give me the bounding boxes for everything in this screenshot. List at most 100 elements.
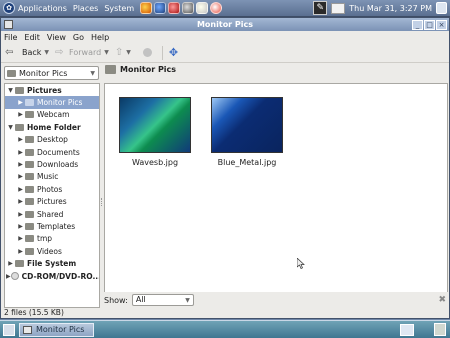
- system-menu[interactable]: System: [104, 4, 134, 13]
- folder-icon: [25, 173, 34, 181]
- tree-item[interactable]: ▶ Templates: [5, 220, 99, 232]
- tree-item[interactable]: ▶ Pictures: [5, 196, 99, 208]
- menu-edit[interactable]: Edit: [24, 33, 40, 42]
- gnome-foot-icon[interactable]: ✿: [3, 2, 15, 14]
- filter-select-value: All: [135, 295, 146, 304]
- stop-icon[interactable]: [142, 48, 152, 57]
- tree-item[interactable]: ▶ Documents: [5, 146, 99, 158]
- tree-item[interactable]: ▶ tmp: [5, 233, 99, 245]
- expander-collapsed-icon[interactable]: ▶: [16, 149, 25, 156]
- volume-icon[interactable]: [436, 2, 447, 14]
- tree-item-label: Music: [37, 172, 59, 182]
- up-chevron-icon[interactable]: ▼: [126, 49, 131, 56]
- folder-icon: [25, 185, 34, 193]
- menubar: File Edit View Go Help: [1, 31, 449, 43]
- folder-icon: [25, 136, 34, 144]
- bottom-panel: Monitor Pics: [0, 320, 450, 338]
- folder-window-icon: [23, 325, 32, 334]
- workspace-switcher[interactable]: [400, 323, 414, 336]
- folder-icon: [25, 148, 34, 156]
- tree-item[interactable]: ▶ Music: [5, 171, 99, 183]
- expander-expanded-icon[interactable]: ▼: [6, 87, 15, 94]
- window-menu-icon[interactable]: [4, 20, 13, 29]
- expander-collapsed-icon[interactable]: ▶: [16, 186, 25, 193]
- forward-label: Forward: [69, 48, 102, 57]
- maximize-button[interactable]: □: [424, 19, 435, 30]
- tree-item[interactable]: ▶ Shared: [5, 208, 99, 220]
- help-launcher-icon[interactable]: [210, 2, 223, 14]
- tree-item[interactable]: ▶ Videos: [5, 245, 99, 257]
- applications-menu[interactable]: Applications: [18, 4, 67, 13]
- tree-item[interactable]: ▶ Downloads: [5, 158, 99, 170]
- media-launcher-icon[interactable]: [182, 2, 195, 14]
- expander-collapsed-icon[interactable]: ▶: [6, 273, 11, 280]
- menu-go[interactable]: Go: [73, 33, 84, 42]
- trash-icon[interactable]: [434, 323, 446, 336]
- icon-view[interactable]: Wavesb.jpg Blue_Metal.jpg: [104, 83, 448, 308]
- tree-item[interactable]: ▶ File System: [5, 257, 99, 269]
- tree-item-label: CD-ROM/DVD-RO...: [21, 271, 100, 281]
- panel-clock[interactable]: Thu Mar 31, 3:27 PM: [349, 4, 432, 13]
- taskbar-window-label: Monitor Pics: [36, 325, 85, 334]
- expander-collapsed-icon[interactable]: ▶: [16, 198, 25, 205]
- expander-collapsed-icon[interactable]: ▶: [6, 260, 15, 267]
- expander-collapsed-icon[interactable]: ▶: [16, 248, 25, 255]
- menu-help[interactable]: Help: [91, 33, 109, 42]
- tree-item[interactable]: ▼ Pictures: [5, 84, 99, 96]
- back-button[interactable]: ⇦ Back ▼: [5, 47, 49, 58]
- close-button[interactable]: ×: [436, 19, 447, 30]
- mail-tray-icon[interactable]: [331, 2, 346, 14]
- window-titlebar[interactable]: Monitor Pics _ □ ×: [1, 18, 449, 31]
- side-pane-selector[interactable]: Monitor Pics ▼: [4, 66, 99, 80]
- tree-item[interactable]: ▶ Monitor Pics: [5, 96, 99, 109]
- location-button[interactable]: Monitor Pics: [105, 65, 176, 74]
- file-name[interactable]: Blue_Metal.jpg: [202, 158, 292, 167]
- expander-collapsed-icon[interactable]: ▶: [16, 99, 25, 106]
- file-thumbnail[interactable]: [211, 97, 283, 153]
- places-menu[interactable]: Places: [73, 4, 98, 13]
- tree-item[interactable]: ▶ Webcam: [5, 109, 99, 121]
- terminal-launcher-icon[interactable]: [168, 2, 181, 14]
- tree-item[interactable]: ▶ Desktop: [5, 134, 99, 146]
- reload-icon[interactable]: ✥: [169, 46, 178, 59]
- show-desktop-icon[interactable]: [3, 323, 15, 336]
- disc-icon: [10, 272, 19, 281]
- expander-collapsed-icon[interactable]: ▶: [16, 211, 25, 218]
- up-button[interactable]: ⇧ ▼: [115, 47, 131, 58]
- tree-item[interactable]: ▶ Photos: [5, 183, 99, 195]
- folder-icon: [105, 65, 116, 74]
- folder-tree[interactable]: ▼ Pictures ▶ Monitor Pics ▶ Webcam ▼ Home Folde…: [4, 83, 100, 308]
- folder-icon: [25, 111, 34, 119]
- expander-collapsed-icon[interactable]: ▶: [16, 235, 25, 242]
- tree-item-label: Pictures: [27, 85, 62, 95]
- forward-arrow-icon: ⇨: [55, 46, 64, 58]
- file-name[interactable]: Wavesb.jpg: [110, 158, 200, 167]
- folder-icon: [25, 247, 34, 255]
- forward-button[interactable]: ⇨ Forward ▼: [55, 46, 109, 58]
- taskbar-window-button[interactable]: Monitor Pics: [19, 322, 94, 337]
- expander-collapsed-icon[interactable]: ▶: [16, 111, 25, 118]
- forward-history-chevron-icon[interactable]: ▼: [104, 49, 109, 56]
- side-pane-selector-value: Monitor Pics: [19, 68, 68, 78]
- expander-collapsed-icon[interactable]: ▶: [16, 173, 25, 180]
- firefox-launcher-icon[interactable]: [140, 2, 153, 14]
- filter-select[interactable]: All ▼: [131, 294, 194, 306]
- notes-launcher-icon[interactable]: [196, 2, 209, 14]
- expander-collapsed-icon[interactable]: ▶: [16, 136, 25, 143]
- expander-collapsed-icon[interactable]: ▶: [16, 223, 25, 230]
- file-thumbnail[interactable]: [119, 97, 191, 153]
- menu-file[interactable]: File: [4, 33, 17, 42]
- expander-expanded-icon[interactable]: ▼: [6, 124, 15, 131]
- evolution-launcher-icon[interactable]: [154, 2, 167, 14]
- pane-splitter-handle[interactable]: [101, 198, 103, 206]
- minimize-button[interactable]: _: [412, 19, 423, 30]
- menu-view[interactable]: View: [47, 33, 66, 42]
- tree-item-label: Desktop: [37, 135, 68, 145]
- tree-item[interactable]: ▶ CD-ROM/DVD-RO...: [5, 270, 99, 282]
- pen-tray-icon[interactable]: ✎: [313, 1, 328, 15]
- close-filter-icon[interactable]: ✖: [438, 295, 446, 305]
- expander-collapsed-icon[interactable]: ▶: [16, 161, 25, 168]
- tree-item[interactable]: ▼ Home Folder: [5, 121, 99, 133]
- back-history-chevron-icon[interactable]: ▼: [44, 49, 49, 56]
- tree-item-label: Shared: [37, 209, 64, 219]
